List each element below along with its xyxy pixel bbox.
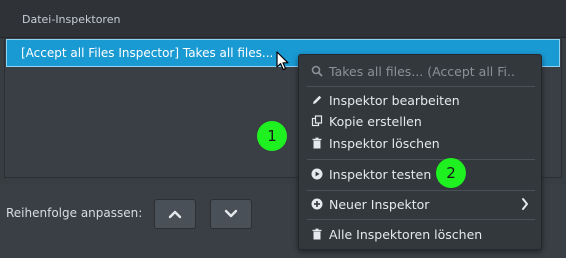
move-up-button[interactable]: [154, 199, 196, 229]
menu-item-copy-label: Kopie erstellen: [329, 113, 422, 129]
menu-item-test-label: Inspektor testen: [329, 166, 432, 182]
move-down-button[interactable]: [210, 199, 252, 229]
menu-divider: [307, 219, 535, 220]
chevron-right-icon: [522, 198, 528, 210]
menu-divider: [307, 190, 535, 191]
trash-icon: [309, 135, 325, 151]
menu-item-delete[interactable]: Inspektor löschen: [299, 133, 541, 153]
menu-item-delete-all[interactable]: Alle Inspektoren löschen: [299, 224, 541, 244]
menu-item-header: Takes all files... (Accept all Fi..: [299, 61, 541, 81]
chevron-up-icon: [168, 210, 182, 219]
menu-item-delete-all-label: Alle Inspektoren löschen: [329, 226, 483, 242]
menu-header-label: Takes all files... (Accept all Fi..: [329, 63, 515, 79]
trash-icon: [309, 226, 325, 242]
context-menu: Takes all files... (Accept all Fi.. Insp…: [298, 54, 542, 250]
mouse-cursor-icon: [276, 51, 289, 71]
panel-title: Datei-Inspektoren: [22, 13, 121, 26]
chevron-down-icon: [224, 209, 238, 218]
pencil-icon: [309, 92, 325, 108]
annotation-badge-1: 1: [257, 121, 287, 151]
menu-item-edit-label: Inspektor bearbeiten: [329, 92, 460, 108]
plus-circle-icon: [309, 196, 325, 212]
menu-divider: [307, 159, 535, 160]
menu-item-new-label: Neuer Inspektor: [329, 196, 430, 212]
sort-label: Reihenfolge anpassen:: [6, 206, 143, 220]
menu-divider: [307, 86, 535, 87]
annotation-badge-2: 2: [436, 158, 466, 188]
menu-item-copy[interactable]: Kopie erstellen: [299, 111, 541, 131]
menu-item-new[interactable]: Neuer Inspektor: [299, 194, 541, 214]
menu-item-delete-label: Inspektor löschen: [329, 135, 440, 151]
play-circle-icon: [309, 166, 325, 182]
panel-header: Datei-Inspektoren: [0, 0, 566, 38]
menu-item-test[interactable]: Inspektor testen: [299, 164, 541, 184]
search-icon: [309, 63, 325, 79]
list-item-label: [Accept all Files Inspector] Takes all f…: [21, 46, 274, 60]
copy-icon: [309, 113, 325, 129]
menu-item-edit[interactable]: Inspektor bearbeiten: [299, 90, 541, 110]
